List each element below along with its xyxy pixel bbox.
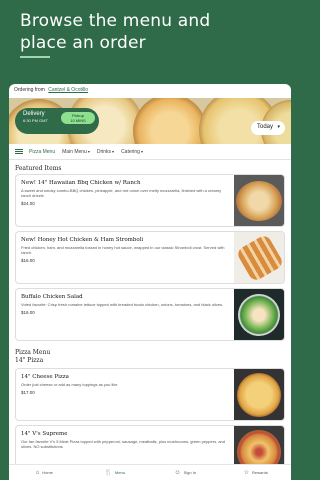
promo-title: Browse the menu and place an order bbox=[20, 10, 280, 54]
schedule-select[interactable]: Today ▾ bbox=[251, 121, 285, 135]
promo-line-2: place an order bbox=[20, 33, 146, 53]
nav-sign-in-label: Sign In bbox=[183, 470, 197, 475]
category-nav: Pizza Menu Main Menu▾ Drinks▾ Catering▾ bbox=[9, 144, 291, 160]
pickup-time: 10 MINS bbox=[70, 118, 86, 123]
item-description: A sweet and smoky combo-BBQ chicken, pin… bbox=[21, 188, 222, 198]
location-link[interactable]: Cantzel & Ocotillo bbox=[48, 87, 88, 93]
menu-item-card[interactable]: Buffalo Chicken Salad Voted favorite: Cr… bbox=[15, 288, 285, 341]
nav-rewards[interactable]: ☆ Rewards bbox=[221, 465, 292, 480]
nav-home[interactable]: ⌂ Home bbox=[9, 465, 80, 480]
tab-main-menu[interactable]: Main Menu▾ bbox=[62, 149, 90, 155]
fork-knife-icon: 🍴 bbox=[104, 470, 112, 476]
item-title: 14" Cheese Pizza bbox=[21, 374, 69, 380]
pizza-image bbox=[133, 98, 207, 144]
item-price: $16.00 bbox=[21, 258, 35, 263]
bottom-nav: ⌂ Home 🍴 Menu ☺ Sign In ☆ Rewards bbox=[9, 464, 291, 480]
nav-menu[interactable]: 🍴 Menu bbox=[80, 465, 151, 480]
item-image bbox=[234, 175, 284, 226]
ordering-from-label: Ordering from bbox=[14, 87, 45, 93]
chevron-down-icon: ▾ bbox=[112, 148, 115, 154]
item-image bbox=[234, 232, 284, 283]
item-description: Fried chicken, ham, and mozzarella tosse… bbox=[21, 245, 225, 255]
ordering-from-bar: Ordering from Cantzel & Ocotillo bbox=[9, 84, 291, 98]
item-title: Buffalo Chicken Salad bbox=[21, 294, 83, 300]
tab-drinks[interactable]: Drinks▾ bbox=[97, 149, 114, 155]
tab-pizza-menu[interactable]: Pizza Menu bbox=[29, 149, 55, 155]
item-title: 14" V's Supreme bbox=[21, 431, 68, 437]
chevron-down-icon: ▾ bbox=[87, 148, 90, 154]
item-description: Our fan favorite V's 5 Meat Pizza topped… bbox=[21, 439, 225, 449]
item-image bbox=[234, 289, 284, 340]
item-price: $16.00 bbox=[21, 310, 35, 315]
nav-rewards-label: Rewards bbox=[252, 470, 268, 475]
pizza-menu-title: Pizza Menu bbox=[15, 349, 51, 356]
menu-item-card[interactable]: New! 14" Hawaiian Bbq Chicken w/ Ranch A… bbox=[15, 174, 285, 227]
item-title: New! Honey Hot Chicken & Ham Stromboli bbox=[21, 237, 144, 243]
schedule-value: Today bbox=[257, 124, 274, 130]
home-icon: ⌂ bbox=[35, 469, 40, 476]
delivery-toggle[interactable]: Delivery 6:30 PM GMT Pickup 10 MINS bbox=[15, 108, 99, 134]
item-description: Voted favorite: Crisp fresh romaine lett… bbox=[21, 302, 224, 307]
pickup-toggle[interactable]: Pickup 10 MINS bbox=[61, 112, 95, 124]
pizza-subtitle: 14" Pizza bbox=[15, 357, 44, 364]
tab-catering[interactable]: Catering▾ bbox=[121, 149, 143, 155]
app-screen: Ordering from Cantzel & Ocotillo Deliver… bbox=[9, 84, 291, 480]
menu-item-card[interactable]: 14" Cheese Pizza Order just cheese or ad… bbox=[15, 368, 285, 421]
hamburger-menu-icon[interactable] bbox=[15, 148, 23, 155]
featured-title: Featured Items bbox=[15, 165, 62, 172]
menu-item-card[interactable]: New! Honey Hot Chicken & Ham Stromboli F… bbox=[15, 231, 285, 284]
item-image bbox=[234, 369, 284, 420]
promo-underline bbox=[20, 56, 50, 58]
chevron-down-icon: ▾ bbox=[277, 124, 280, 130]
item-title: New! 14" Hawaiian Bbq Chicken w/ Ranch bbox=[21, 180, 141, 186]
item-price: $24.00 bbox=[21, 201, 35, 206]
nav-menu-label: Menu bbox=[114, 470, 125, 475]
user-icon: ☺ bbox=[174, 469, 181, 476]
item-description: Order just cheese or add as many topping… bbox=[21, 382, 118, 387]
nav-sign-in[interactable]: ☺ Sign In bbox=[150, 465, 221, 480]
promo-line-1: Browse the menu and bbox=[20, 11, 211, 31]
nav-home-label: Home bbox=[42, 470, 53, 475]
item-price: $17.00 bbox=[21, 390, 35, 395]
star-icon: ☆ bbox=[243, 470, 250, 476]
hero-banner: Delivery 6:30 PM GMT Pickup 10 MINS Toda… bbox=[9, 98, 291, 144]
chevron-down-icon: ▾ bbox=[140, 148, 143, 154]
